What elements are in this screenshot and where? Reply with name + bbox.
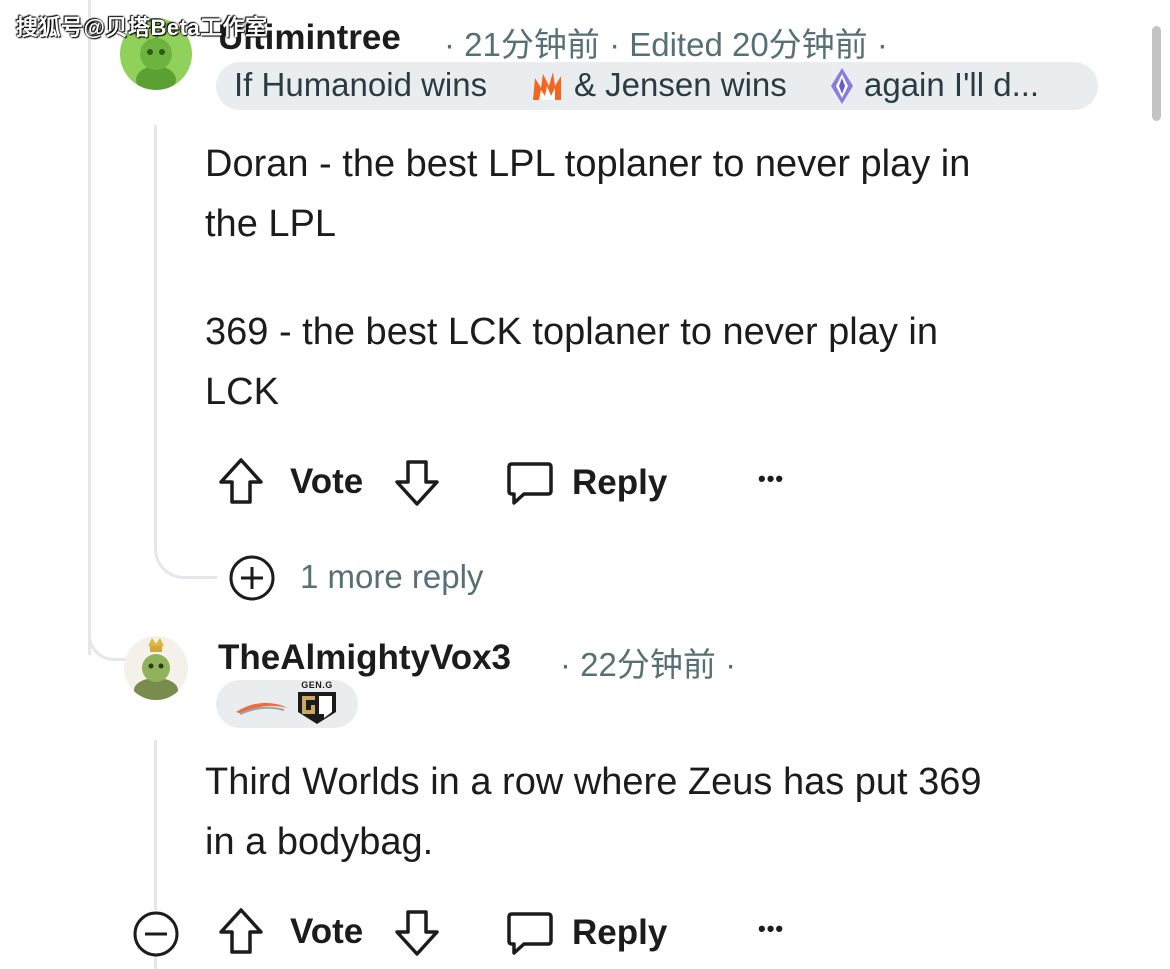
jensen-lol-icon — [829, 66, 855, 114]
body-line: 369 - the best LCK toplaner to never pla… — [205, 311, 939, 353]
more-options-button[interactable]: ••• — [758, 916, 784, 942]
user-flair: If Humanoid wins & Jensen wins again I'l… — [216, 62, 1098, 110]
downvote-arrow-icon — [395, 460, 439, 506]
user-flair: GEN.G — [216, 680, 358, 728]
watermark: 搜狐号@贝塔Beta工作室 — [16, 15, 268, 40]
body-line: Doran - the best LPL toplaner to never p… — [205, 143, 971, 185]
body-line: Third Worlds in a row where Zeus has put… — [205, 761, 982, 803]
body-line: the LPL — [205, 203, 336, 245]
reply-label: Reply — [572, 913, 668, 952]
more-options-button[interactable]: ••• — [758, 466, 784, 492]
username[interactable]: TheAlmightyVox3 — [218, 638, 511, 678]
reply-label: Reply — [572, 463, 668, 502]
comment-body: Third Worlds in a row where Zeus has put… — [205, 752, 1145, 872]
reply-button[interactable]: Reply — [506, 908, 667, 958]
thread-line-outer — [88, 0, 91, 655]
plus-circle-icon — [229, 555, 275, 601]
reply-bubble-icon — [507, 912, 553, 955]
timestamp: 22分钟前 — [580, 646, 716, 683]
thread-line-curve-2 — [154, 540, 217, 579]
expand-replies-button[interactable] — [228, 554, 276, 602]
downvote-arrow-icon — [395, 910, 439, 956]
timestamp: 21分钟前 — [464, 26, 600, 63]
humanoid-flame-icon — [529, 68, 565, 112]
upvote-arrow-icon — [219, 458, 263, 504]
downvote-button[interactable] — [392, 456, 442, 508]
upvote-arrow-icon — [219, 908, 263, 954]
body-line: in a bodybag. — [205, 821, 434, 863]
dot-separator: · — [876, 26, 888, 63]
reply-button[interactable]: Reply — [506, 458, 667, 508]
flair-text-2: & Jensen wins — [574, 66, 787, 103]
thread-line-reply-1 — [154, 125, 157, 550]
reply-bubble-icon — [507, 462, 553, 505]
geng-logo-icon: GEN.G — [296, 680, 338, 728]
dot-separator: · — [444, 26, 455, 63]
body-line: LCK — [205, 371, 279, 413]
comment-meta: · 21分钟前 · Edited 20分钟前 · — [444, 18, 888, 66]
dot-separator: · — [609, 26, 630, 63]
more-replies-link[interactable]: 1 more reply — [300, 558, 483, 596]
comment-body: Doran - the best LPL toplaner to never p… — [205, 134, 1125, 422]
vote-label: Vote — [290, 912, 364, 951]
comment-meta: · 22分钟前 · — [560, 638, 736, 686]
upvote-button[interactable] — [216, 906, 266, 958]
flair-text-1: If Humanoid wins — [234, 66, 488, 103]
geng-logo-text: GEN.G — [301, 680, 333, 690]
collapse-thread-button[interactable] — [132, 910, 180, 958]
edited-label: Edited 20分钟前 — [629, 26, 868, 63]
minus-circle-icon — [133, 911, 179, 957]
downvote-button[interactable] — [392, 906, 442, 958]
flair-text-3: again I'll d... — [864, 66, 1040, 103]
scrollbar-thumb[interactable] — [1152, 26, 1161, 121]
avatar[interactable] — [124, 636, 188, 700]
thread-line-reply-2 — [154, 740, 157, 910]
swoosh-logo-icon — [236, 702, 288, 715]
dot-separator: · — [725, 646, 737, 683]
thread-line-curve-1 — [88, 630, 131, 661]
upvote-button[interactable] — [216, 456, 266, 508]
dot-separator: · — [560, 646, 571, 683]
vote-label: Vote — [290, 462, 364, 501]
